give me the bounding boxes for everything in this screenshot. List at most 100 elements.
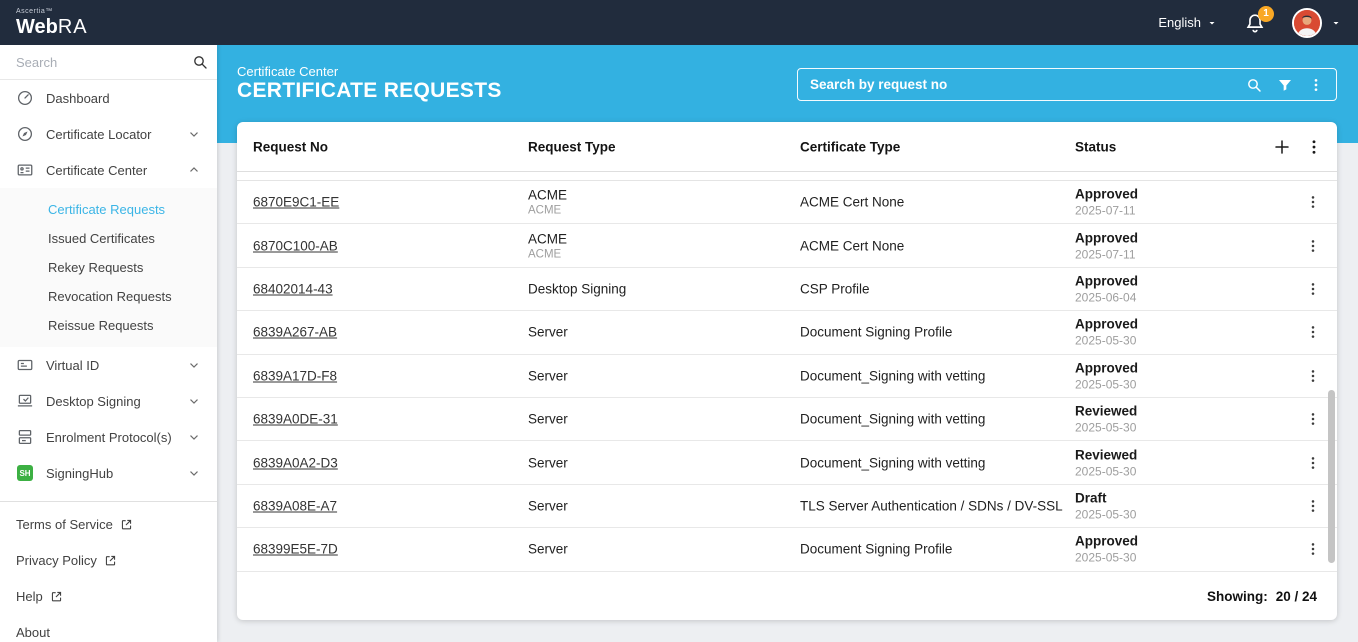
request-subtype: ACME: [528, 205, 567, 217]
sidebar-item-certificate-locator[interactable]: Certificate Locator: [0, 116, 217, 152]
sidebar-item-enrolment-protocol-s[interactable]: Enrolment Protocol(s): [0, 419, 217, 455]
table-footer: Showing: 20 / 24: [237, 572, 1337, 620]
status-badge: Draft: [1075, 490, 1136, 505]
more-vert-icon[interactable]: [1308, 77, 1324, 93]
breadcrumb: Certificate Center: [237, 64, 338, 79]
language-label: English: [1158, 15, 1201, 30]
certificate-type-cell: CSP Profile: [800, 281, 870, 296]
status-cell: Reviewed2025-05-30: [1075, 447, 1137, 478]
submenu-item-issued-certificates[interactable]: Issued Certificates: [0, 224, 217, 253]
column-status: Status: [1075, 139, 1116, 154]
request-type-cell: Server: [528, 325, 568, 340]
request-type-cell: Server: [528, 498, 568, 513]
certificate-type-cell: ACME Cert None: [800, 238, 904, 253]
certificate-type-cell: ACME Cert None: [800, 195, 904, 210]
request-type-cell: ACMEACME: [528, 231, 567, 260]
row-actions-more-vert-icon[interactable]: [1305, 194, 1321, 210]
footer-link-label: Terms of Service: [16, 517, 113, 532]
request-no-link[interactable]: 6839A17D-F8: [253, 368, 337, 383]
column-request-no: Request No: [253, 139, 328, 154]
request-no-link[interactable]: 68399E5E-7D: [253, 542, 338, 557]
page-title: CERTIFICATE REQUESTS: [237, 79, 502, 103]
search-icon[interactable]: [1246, 77, 1262, 93]
request-no-cell: 68402014-43: [253, 281, 333, 296]
footer-link-about[interactable]: About: [0, 614, 217, 642]
submenu-item-rekey-requests[interactable]: Rekey Requests: [0, 253, 217, 282]
app-logo[interactable]: Ascertia™ WebRA: [16, 8, 88, 37]
row-actions-more-vert-icon[interactable]: [1305, 238, 1321, 254]
external-link-icon: [104, 554, 117, 567]
top-navigation-bar: Ascertia™ WebRA English 1: [0, 0, 1358, 45]
status-date: 2025-07-11: [1075, 247, 1138, 261]
request-no-link[interactable]: 68402014-43: [253, 281, 333, 296]
sidebar-item-label: SigningHub: [46, 466, 113, 481]
request-type-cell: Desktop Signing: [528, 281, 626, 296]
row-actions-more-vert-icon[interactable]: [1305, 368, 1321, 384]
footer-link-terms-of-service[interactable]: Terms of Service: [0, 506, 217, 542]
chevron-down-icon: [187, 394, 201, 408]
table-row: 6839A0DE-31ServerDocument_Signing with v…: [237, 398, 1337, 441]
vertical-scrollbar[interactable]: [1328, 390, 1335, 563]
row-actions-more-vert-icon[interactable]: [1305, 324, 1321, 340]
notifications-button[interactable]: 1: [1244, 12, 1266, 34]
filter-icon[interactable]: [1277, 77, 1293, 93]
sidebar-item-virtual-id[interactable]: Virtual ID: [0, 347, 217, 383]
sidebar-item-label: Certificate Center: [46, 163, 147, 178]
request-no-link[interactable]: 6839A0DE-31: [253, 412, 338, 427]
status-cell: Approved2025-07-11: [1075, 230, 1138, 261]
user-avatar[interactable]: [1292, 8, 1322, 38]
external-link-icon: [50, 590, 63, 603]
sidebar-item-label: Enrolment Protocol(s): [46, 430, 172, 445]
request-search-input[interactable]: [810, 77, 1246, 92]
request-no-link[interactable]: 6870C100-AB: [253, 238, 338, 253]
row-actions-more-vert-icon[interactable]: [1305, 411, 1321, 427]
status-badge: Approved: [1075, 273, 1138, 288]
submenu-item-revocation-requests[interactable]: Revocation Requests: [0, 282, 217, 311]
table-row: 68402014-43 Desktop Signing CSP Profile App…: [237, 268, 1337, 311]
enrolment-protocol-icon: [16, 428, 34, 446]
sidebar-item-desktop-signing[interactable]: Desktop Signing: [0, 383, 217, 419]
table-row: 6839A08E-A7ServerTLS Server Authenticati…: [237, 485, 1337, 528]
status-badge: Approved: [1075, 360, 1138, 375]
status-cell: Approved2025-05-30: [1075, 360, 1138, 391]
row-actions-more-vert-icon[interactable]: [1305, 455, 1321, 471]
request-no-cell: 6870C100-AB: [253, 238, 338, 253]
sidebar-item-dashboard[interactable]: Dashboard: [0, 80, 217, 116]
table-row: 6839A267-ABServerDocument Signing Profil…: [237, 311, 1337, 354]
sidebar-item-certificate-center[interactable]: Certificate Center: [0, 152, 217, 188]
request-subtype: ACME: [528, 248, 567, 260]
request-no-link[interactable]: 6870E9C1-EE: [253, 195, 339, 210]
topbar-actions: English 1: [1158, 8, 1342, 38]
certificate-center-icon: [16, 161, 34, 179]
sidebar-search-input[interactable]: [16, 55, 192, 70]
request-no-link[interactable]: 6839A08E-A7: [253, 498, 337, 513]
request-no-link[interactable]: 6839A0A2-D3: [253, 455, 338, 470]
row-actions-more-vert-icon[interactable]: [1305, 498, 1321, 514]
footer-link-help[interactable]: Help: [0, 578, 217, 614]
footer-link-privacy-policy[interactable]: Privacy Policy: [0, 542, 217, 578]
sidebar-item-label: Certificate Locator: [46, 127, 152, 142]
more-vert-icon[interactable]: [1305, 138, 1323, 156]
submenu-item-reissue-requests[interactable]: Reissue Requests: [0, 311, 217, 340]
sidebar-item-label: Desktop Signing: [46, 394, 141, 409]
status-badge: Approved: [1075, 534, 1138, 549]
scrolled-row-remnant: [237, 172, 1337, 181]
desktop-signing-icon: [16, 392, 34, 410]
column-certificate-type: Certificate Type: [800, 139, 900, 154]
submenu-item-certificate-requests[interactable]: Certificate Requests: [0, 195, 217, 224]
row-actions-more-vert-icon[interactable]: [1305, 281, 1321, 297]
add-icon[interactable]: [1273, 138, 1291, 156]
profile-caret-down-icon[interactable]: [1330, 17, 1342, 29]
sidebar-footer: Terms of Service Privacy PolicyHelpAbout: [0, 501, 217, 642]
search-icon[interactable]: [192, 54, 208, 70]
status-date: 2025-05-30: [1075, 334, 1138, 348]
language-selector[interactable]: English: [1158, 15, 1218, 30]
caret-down-icon: [1206, 17, 1218, 29]
request-no-link[interactable]: 6839A267-AB: [253, 325, 337, 340]
sidebar: Dashboard Certificate Locator Certificate …: [0, 45, 217, 642]
request-no-cell: 6839A0A2-D3: [253, 455, 338, 470]
row-actions-more-vert-icon[interactable]: [1305, 541, 1321, 557]
sidebar-item-signinghub[interactable]: SHSigningHub: [0, 455, 217, 491]
table-header: Request No Request Type Certificate Type…: [237, 122, 1337, 172]
table-row: 68399E5E-7DServerDocument Signing Profil…: [237, 528, 1337, 571]
